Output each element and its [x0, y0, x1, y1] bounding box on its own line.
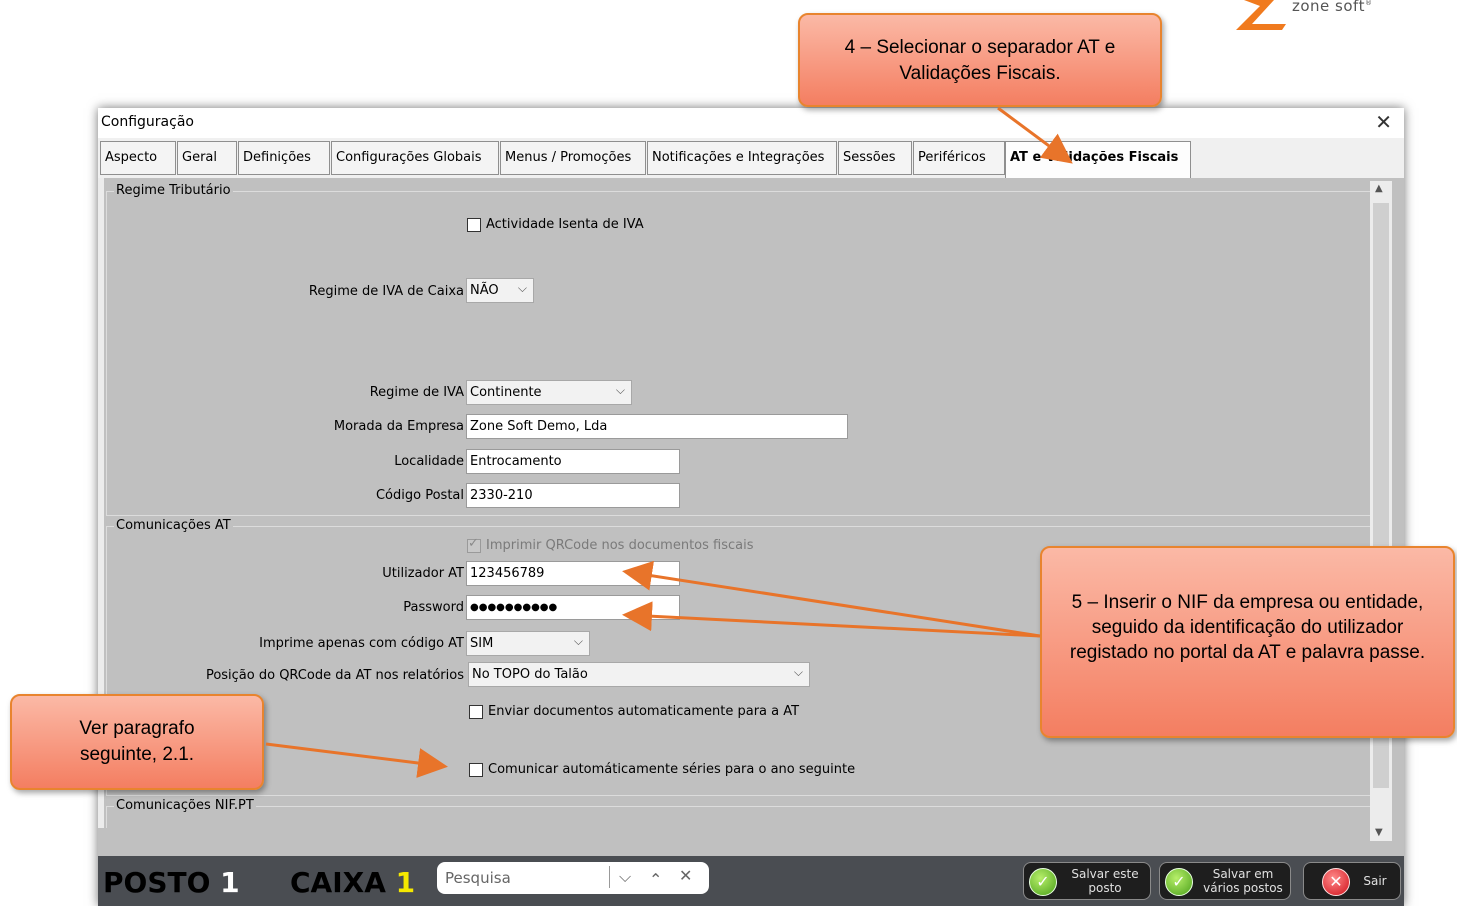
clear-icon[interactable]: ✕ [679, 866, 692, 885]
salvar-posto-button[interactable]: ✓ Salvar este posto [1023, 862, 1151, 900]
qrcode-label: Imprimir QRCode nos documentos fiscais [486, 538, 754, 553]
scroll-down-icon[interactable]: ▼ [1375, 827, 1383, 838]
chevron-down-icon: ⌵ [573, 634, 583, 648]
morada-field[interactable]: Zone Soft Demo, Lda [466, 414, 848, 439]
localidade-label: Localidade [394, 454, 464, 469]
window-titlebar: Configuração ✕ [98, 108, 1404, 138]
step4-callout: 4 – Selecionar o separador AT e Validaçõ… [798, 13, 1162, 107]
morada-label: Morada da Empresa [333, 419, 464, 434]
codigo-postal-label: Código Postal [375, 488, 464, 503]
tab-sessoes[interactable]: Sessões [838, 141, 912, 175]
checkmark-icon: ✓ [1165, 868, 1193, 896]
caixa-indicator: CAIXA 1 [290, 866, 416, 899]
qrcode-checkbox[interactable]: ✓ [467, 536, 481, 553]
regime-iva-label: Regime de IVA [369, 385, 464, 400]
step5-callout: 5 – Inserir o NIF da empresa ou entidade… [1040, 546, 1455, 738]
chevron-down-icon: ⌵ [615, 383, 625, 397]
regime-tributario-legend: Regime Tributário [114, 183, 233, 198]
tab-bar: Aspecto Geral Definições Configurações G… [98, 138, 1404, 178]
comunicar-series-checkbox[interactable] [469, 763, 483, 777]
chevron-down-icon: ⌵ [517, 281, 527, 295]
tab-definicoes[interactable]: Definições [238, 141, 330, 175]
ver-paragrafo-callout: Ver paragrafo seguinte, 2.1. [10, 694, 264, 790]
bottom-toolbar: POSTO 1 CAIXA 1 Pesquisa ⌵ ⌃ ✕ ✓ Salvar … [98, 856, 1404, 906]
close-icon: ✕ [1322, 868, 1350, 896]
iva-caixa-select[interactable]: NÃO ⌵ [466, 278, 534, 303]
password-label: Password [403, 600, 464, 615]
chevron-down-icon[interactable]: ⌵ [619, 867, 631, 887]
utilizador-at-field[interactable]: 123456789 [466, 561, 680, 586]
utilizador-at-label: Utilizador AT [382, 566, 464, 581]
close-icon[interactable]: ✕ [1375, 110, 1392, 134]
iva-caixa-label: Regime de IVA de Caixa [308, 284, 464, 299]
divider [609, 866, 610, 888]
isenta-iva-checkbox[interactable] [467, 218, 481, 232]
localidade-field[interactable]: Entrocamento [466, 449, 680, 474]
vertical-scrollbar[interactable]: ▲ ▼ [1370, 181, 1392, 841]
tab-configuracoes-globais[interactable]: Configurações Globais [331, 141, 499, 175]
chevron-down-icon: ⌵ [793, 665, 803, 679]
comunicacoes-nif-legend: Comunicações NIF.PT [114, 798, 256, 813]
imprime-codigo-at-select[interactable]: SIM ⌵ [466, 631, 590, 656]
posicao-qrcode-label: Posição do QRCode da AT nos relatórios [205, 668, 464, 683]
window-title: Configuração [101, 114, 194, 130]
sair-button[interactable]: ✕ Sair [1303, 862, 1401, 900]
chevron-up-icon[interactable]: ⌃ [649, 870, 662, 889]
codigo-postal-field[interactable]: 2330-210 [466, 483, 680, 508]
salvar-varios-postos-button[interactable]: ✓ Salvar em vários postos [1159, 862, 1291, 900]
zone-soft-logo-icon [1236, 0, 1286, 30]
imprime-codigo-at-label: Imprime apenas com código AT [259, 636, 464, 651]
tab-notificacoes-integracoes[interactable]: Notificações e Integrações [647, 141, 837, 175]
tab-menus-promocoes[interactable]: Menus / Promoções [500, 141, 646, 175]
password-field[interactable]: ●●●●●●●●●● [466, 595, 680, 620]
regime-iva-select[interactable]: Continente ⌵ [466, 380, 632, 405]
enviar-documentos-checkbox[interactable] [469, 705, 483, 719]
tab-at-validacoes-fiscais[interactable]: AT e Validações Fiscais [1005, 141, 1191, 178]
posto-indicator: POSTO 1 [103, 866, 240, 899]
posicao-qrcode-select[interactable]: No TOPO do Talão ⌵ [468, 662, 810, 687]
tab-perifericos[interactable]: Periféricos [913, 141, 1005, 175]
tab-aspecto[interactable]: Aspecto [100, 141, 176, 175]
comunicar-series-label: Comunicar automáticamente séries para o … [488, 762, 856, 777]
search-controls: ⌵ ⌃ ✕ [609, 861, 709, 893]
zone-soft-logo-text: zone soft® [1292, 0, 1373, 15]
comunicacoes-nif-group [106, 806, 1374, 828]
checkmark-icon: ✓ [1029, 868, 1057, 896]
regime-tributario-group [106, 191, 1374, 516]
tab-geral[interactable]: Geral [177, 141, 237, 175]
isenta-iva-label: Actividade Isenta de IVA [486, 217, 644, 232]
scroll-up-icon[interactable]: ▲ [1375, 183, 1383, 194]
comunicacoes-at-legend: Comunicações AT [114, 518, 233, 533]
enviar-documentos-label: Enviar documentos automaticamente para a… [488, 704, 800, 719]
configuration-window: Configuração ✕ Aspecto Geral Definições … [98, 108, 1404, 906]
checkmark-icon: ✓ [468, 536, 479, 551]
